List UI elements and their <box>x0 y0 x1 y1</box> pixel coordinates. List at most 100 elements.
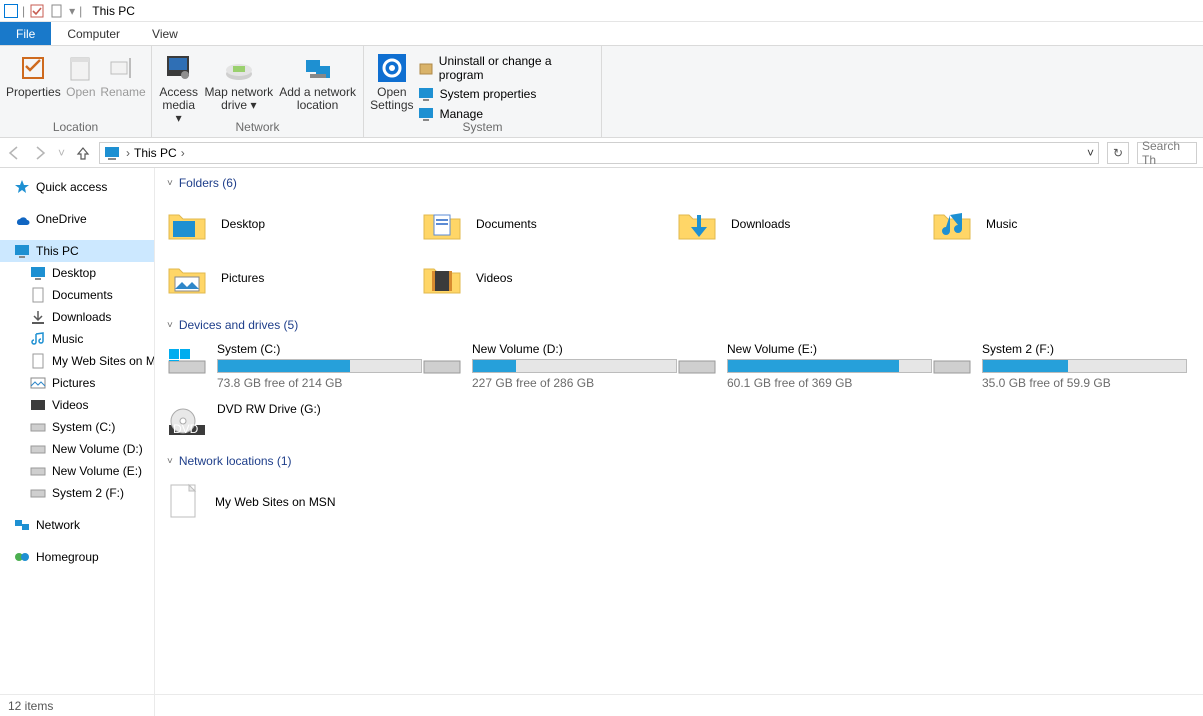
qa-sep2: | <box>79 4 82 18</box>
video-icon <box>30 397 46 413</box>
access-media-icon <box>163 52 195 84</box>
desktop-icon <box>30 265 46 281</box>
status-items: 12 items <box>8 699 53 713</box>
ribbon-group-network: Access media ▾ Map network drive ▾ Add a… <box>152 46 364 137</box>
rename-icon <box>107 52 139 84</box>
app-icon <box>4 4 18 18</box>
address-bar-row: ˅ › This PC › ˅ ↻ Search Th <box>0 138 1203 168</box>
tree-network[interactable]: Network <box>0 514 154 536</box>
up-icon[interactable] <box>75 145 91 161</box>
access-media-button[interactable]: Access media ▾ <box>156 50 201 127</box>
tree-homegroup[interactable]: Homegroup <box>0 546 154 568</box>
status-bar: 12 items <box>0 694 1203 716</box>
usage-bar <box>982 359 1187 373</box>
tab-file[interactable]: File <box>0 22 51 45</box>
properties-button[interactable]: Properties <box>4 50 63 101</box>
network-icon <box>14 517 30 533</box>
system-properties-button[interactable]: System properties <box>418 86 591 102</box>
folder-music[interactable]: Music <box>932 200 1187 248</box>
tree-documents[interactable]: Documents <box>0 284 154 306</box>
folder-pictures[interactable]: Pictures <box>167 254 422 302</box>
forward-icon[interactable] <box>32 145 48 161</box>
drive-stats: 227 GB free of 286 GB <box>472 376 677 390</box>
refresh-button[interactable]: ↻ <box>1107 142 1129 164</box>
address-dropdown-icon[interactable]: ˅ <box>1087 146 1094 160</box>
add-network-location-icon <box>302 52 334 84</box>
chevron-down-icon: ˅ <box>167 178 173 189</box>
monitor-icon <box>14 243 30 259</box>
folder-icon <box>167 204 207 244</box>
nav-tree: Quick access OneDrive This PC Desktop Do… <box>0 168 155 716</box>
tree-desktop[interactable]: Desktop <box>0 262 154 284</box>
ribbon: Properties Open Rename Location Access m… <box>0 46 1203 138</box>
drive-icon <box>30 487 46 499</box>
usage-bar <box>472 359 677 373</box>
back-icon[interactable] <box>6 145 22 161</box>
doc-icon <box>30 287 46 303</box>
gear-icon <box>376 52 408 84</box>
tree-music[interactable]: Music <box>0 328 154 350</box>
drive-e[interactable]: New Volume (E:) 60.1 GB free of 369 GB <box>677 342 932 390</box>
drive-label: System (C:) <box>217 342 422 356</box>
tree-downloads[interactable]: Downloads <box>0 306 154 328</box>
tree-system-c[interactable]: System (C:) <box>0 416 154 438</box>
breadcrumb-chev2[interactable]: › <box>181 146 185 160</box>
drive-icon-os <box>167 342 207 378</box>
netloc-msn[interactable]: My Web Sites on MSN <box>167 478 1199 526</box>
map-network-drive-button[interactable]: Map network drive ▾ <box>201 50 276 114</box>
homegroup-icon <box>14 549 30 565</box>
section-network[interactable]: ˅Network locations (1) <box>167 454 1199 468</box>
folder-icon <box>932 204 972 244</box>
drive-d[interactable]: New Volume (D:)227 GB free of 286 GB <box>422 342 677 390</box>
drive-dvd[interactable]: DVD DVD RW Drive (G:) <box>167 402 422 438</box>
uninstall-program-button[interactable]: Uninstall or change a program <box>418 54 591 82</box>
search-input[interactable]: Search Th <box>1137 142 1197 164</box>
drive-stats: 60.1 GB free of 369 GB <box>727 376 932 390</box>
folder-documents[interactable]: Documents <box>422 200 677 248</box>
folder-icon <box>167 258 207 298</box>
drive-icon <box>30 465 46 477</box>
folder-desktop[interactable]: Desktop <box>167 200 422 248</box>
tree-quick-access[interactable]: Quick access <box>0 176 154 198</box>
tree-onedrive[interactable]: OneDrive <box>0 208 154 230</box>
folder-icon <box>677 204 717 244</box>
dropdown-caret[interactable]: ▾ <box>69 4 75 18</box>
add-network-location-button[interactable]: Add a network location <box>276 50 359 114</box>
tree-pictures[interactable]: Pictures <box>0 372 154 394</box>
tree-vol-e[interactable]: New Volume (E:) <box>0 460 154 482</box>
folder-downloads[interactable]: Downloads <box>677 200 932 248</box>
section-drives[interactable]: ˅Devices and drives (5) <box>167 318 1199 332</box>
tree-videos[interactable]: Videos <box>0 394 154 416</box>
qa-sep: | <box>22 4 25 18</box>
drive-icon <box>932 342 972 378</box>
address-bar[interactable]: › This PC › ˅ <box>99 142 1099 164</box>
section-folders[interactable]: ˅Folders (6) <box>167 176 1199 190</box>
breadcrumb-chev[interactable]: › <box>126 146 130 160</box>
map-drive-icon <box>223 52 255 84</box>
checkbox-icon[interactable] <box>29 3 45 19</box>
folder-videos[interactable]: Videos <box>422 254 677 302</box>
breadcrumb-this-pc[interactable]: This PC <box>134 146 177 160</box>
history-caret[interactable]: ˅ <box>58 146 65 160</box>
drive-c[interactable]: System (C:)73.8 GB free of 214 GB <box>167 342 422 390</box>
drive-f[interactable]: System 2 (F:)35.0 GB free of 59.9 GB <box>932 342 1187 390</box>
music-icon <box>30 331 46 347</box>
picture-icon <box>30 375 46 391</box>
folder-icon <box>422 258 462 298</box>
tree-my-web[interactable]: My Web Sites on M <box>0 350 154 372</box>
drive-label: New Volume (E:) <box>727 342 932 356</box>
drive-stats: 35.0 GB free of 59.9 GB <box>982 376 1187 390</box>
tree-sys2-f[interactable]: System 2 (F:) <box>0 482 154 504</box>
chevron-down-icon: ˅ <box>167 456 173 467</box>
tab-view[interactable]: View <box>136 22 194 45</box>
page-icon <box>30 353 46 369</box>
open-icon <box>65 52 97 84</box>
properties-icon <box>17 52 49 84</box>
tree-vol-d[interactable]: New Volume (D:) <box>0 438 154 460</box>
drive-icon <box>422 342 462 378</box>
tree-this-pc[interactable]: This PC <box>0 240 154 262</box>
tab-computer[interactable]: Computer <box>51 22 136 45</box>
open-settings-button[interactable]: Open Settings <box>368 50 416 114</box>
group-label-system: System <box>364 120 601 134</box>
drive-label: DVD RW Drive (G:) <box>217 402 422 416</box>
